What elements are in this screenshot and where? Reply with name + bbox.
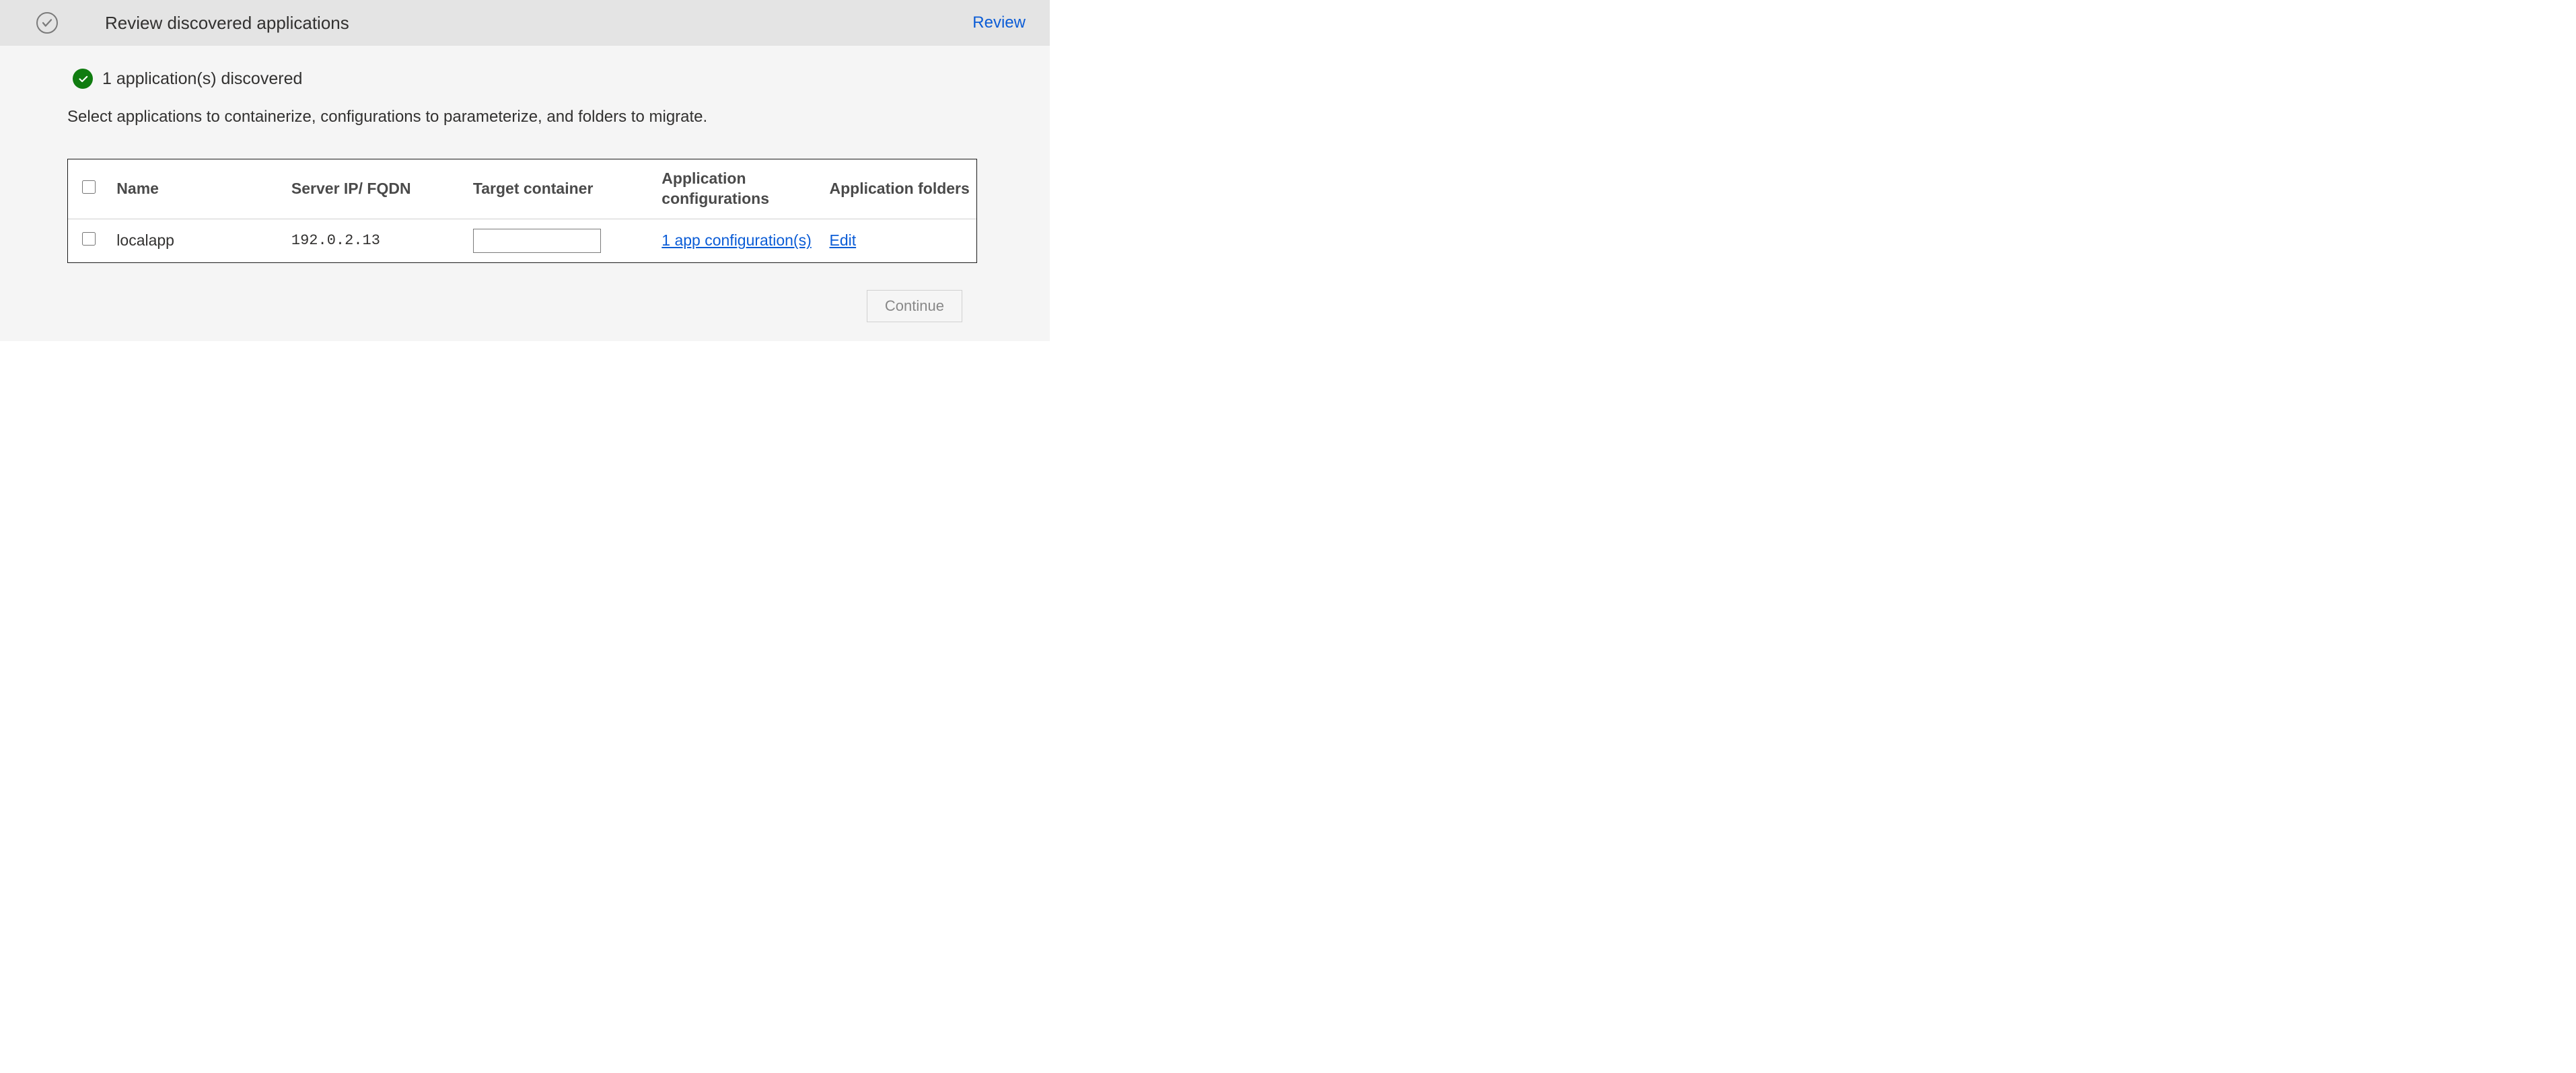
col-header-folders: Application folders	[823, 159, 977, 219]
table-row: localapp 192.0.2.13 1 app configuration(…	[68, 219, 976, 262]
step-title: Review discovered applications	[105, 13, 349, 34]
applications-table: Name Server IP/ FQDN Target container Ap…	[67, 159, 977, 263]
target-container-input[interactable]	[473, 229, 601, 253]
col-header-server: Server IP/ FQDN	[285, 159, 466, 219]
select-all-checkbox[interactable]	[82, 180, 96, 194]
checkmark-circle-icon	[36, 12, 58, 34]
continue-button[interactable]: Continue	[867, 290, 962, 322]
col-header-checkbox	[68, 159, 110, 219]
col-header-target: Target container	[466, 159, 655, 219]
app-configurations-link[interactable]: 1 app configuration(s)	[661, 230, 811, 251]
cell-app-name: localapp	[110, 219, 285, 262]
col-header-name: Name	[110, 159, 285, 219]
app-folders-edit-link[interactable]: Edit	[830, 230, 857, 251]
success-check-icon	[73, 69, 93, 89]
col-header-configs: Application configurations	[655, 159, 822, 219]
row-select-checkbox[interactable]	[82, 232, 96, 246]
step-header-bar: Review discovered applications Review	[0, 0, 1050, 46]
instruction-text: Select applications to containerize, con…	[67, 108, 989, 126]
review-link[interactable]: Review	[972, 13, 1026, 32]
discovery-status: 1 application(s) discovered	[73, 69, 989, 89]
discovery-status-text: 1 application(s) discovered	[102, 69, 302, 89]
cell-server-ip: 192.0.2.13	[285, 219, 466, 262]
